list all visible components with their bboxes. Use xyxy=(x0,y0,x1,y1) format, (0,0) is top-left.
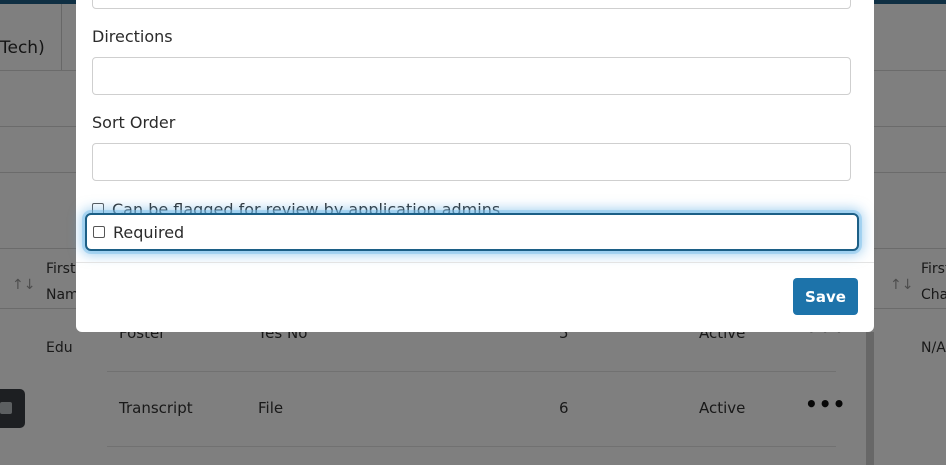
required-checkbox-row[interactable]: Required xyxy=(85,213,859,251)
modal-footer-divider xyxy=(76,262,874,263)
sort-order-input[interactable] xyxy=(92,143,851,181)
save-button[interactable]: Save xyxy=(793,278,858,315)
required-label: Required xyxy=(113,222,185,242)
sort-order-label: Sort Order xyxy=(92,113,176,132)
directions-label: Directions xyxy=(92,27,173,46)
previous-input[interactable] xyxy=(92,0,851,9)
directions-input[interactable] xyxy=(92,57,851,95)
required-checkbox[interactable] xyxy=(93,226,105,238)
edit-field-modal: Directions Sort Order Can be flagged for… xyxy=(76,0,874,332)
